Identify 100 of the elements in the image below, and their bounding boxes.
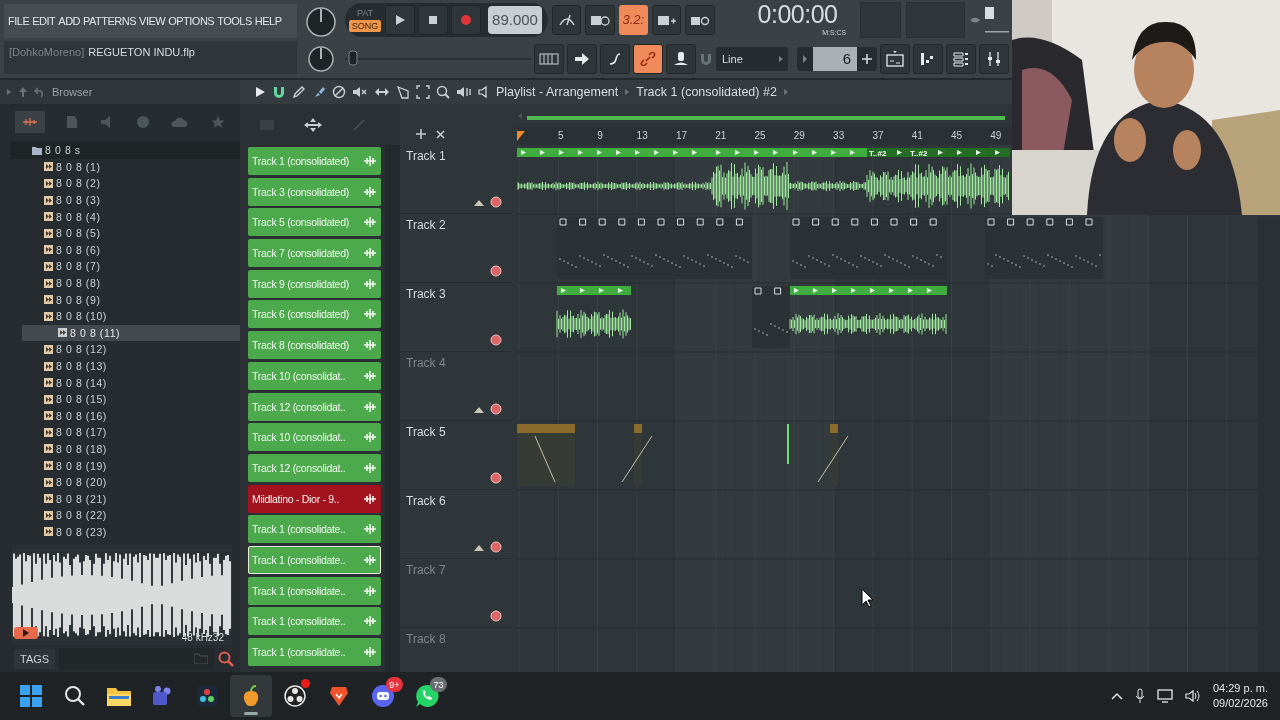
- no-entry-icon[interactable]: [332, 85, 346, 99]
- collapse-icon[interactable]: [474, 198, 484, 206]
- stop-icon[interactable]: [428, 14, 438, 25]
- audio-clip[interactable]: [866, 148, 908, 203]
- star-icon[interactable]: [211, 115, 226, 129]
- mode-toggle[interactable]: SONG: [348, 20, 382, 32]
- undo-icon[interactable]: [34, 86, 46, 98]
- sample-item[interactable]: 8 0 8 (16): [22, 407, 240, 425]
- play-icon[interactable]: [254, 86, 266, 98]
- chevron-up-icon[interactable]: [1110, 692, 1123, 700]
- menu-item[interactable]: FILE: [8, 15, 30, 27]
- slice-icon[interactable]: [396, 85, 410, 99]
- play-button[interactable]: [385, 4, 415, 35]
- mixer-button[interactable]: [979, 43, 1009, 74]
- speaker-icon[interactable]: [478, 85, 490, 99]
- breadcrumb-item[interactable]: Track 1 (consolidated) #2: [636, 85, 777, 99]
- collapse-icon[interactable]: [474, 543, 484, 551]
- pattern-clip[interactable]: [985, 217, 1103, 279]
- clock-date[interactable]: 09/02/2026: [1212, 696, 1268, 711]
- arrows-icon[interactable]: [374, 85, 390, 99]
- stop-button[interactable]: [418, 4, 448, 35]
- sample-item[interactable]: 8 0 8 (5): [22, 224, 240, 242]
- sample-item[interactable]: 8 0 8 (7): [22, 258, 240, 275]
- menu-item[interactable]: OPTIONS: [168, 15, 215, 27]
- metronome-button[interactable]: [552, 4, 582, 35]
- sample-item[interactable]: 8 0 8 (9): [22, 291, 240, 308]
- arrow-button[interactable]: [567, 43, 597, 74]
- play-icon[interactable]: [394, 13, 406, 26]
- mode-toggle[interactable]: PAT: [353, 7, 377, 19]
- mute-toggle-icon[interactable]: [490, 334, 502, 346]
- sample-item[interactable]: 8 0 8 (11): [22, 324, 240, 342]
- typing-keyboard-button[interactable]: [534, 43, 564, 74]
- playhead-icon[interactable]: [517, 131, 525, 141]
- brush-icon[interactable]: [312, 85, 326, 99]
- pattern-clip[interactable]: [790, 217, 947, 279]
- record-icon[interactable]: [460, 13, 472, 26]
- sample-item[interactable]: 8 0 8 (1): [22, 158, 240, 176]
- pattern-clip[interactable]: [557, 217, 752, 279]
- audio-clip[interactable]: [789, 286, 947, 336]
- microphone-icon[interactable]: [1134, 688, 1145, 704]
- link-button[interactable]: [633, 43, 663, 74]
- up-arrow-icon[interactable]: [18, 86, 28, 98]
- menu-item[interactable]: EDIT: [32, 15, 56, 27]
- clock-time[interactable]: 04:29 p. m.: [1212, 681, 1268, 696]
- menu-item[interactable]: PATTERNS: [83, 15, 137, 27]
- sample-item[interactable]: 8 0 8 (22): [22, 507, 240, 524]
- piano-roll-button[interactable]: [913, 43, 943, 74]
- network-icon[interactable]: [1156, 689, 1173, 703]
- snap-dropdown[interactable]: Line: [716, 46, 788, 71]
- sample-item[interactable]: 8 0 8 (2): [22, 175, 240, 192]
- timeline-ruler[interactable]: 5 9 13 17 21 25 29 33 37 41 45 49: [517, 127, 1012, 145]
- audio-clip[interactable]: [556, 286, 631, 339]
- sample-item[interactable]: 8 0 8 (23): [22, 523, 240, 540]
- mute-toggle-icon[interactable]: [490, 610, 502, 622]
- expand-arrow-icon[interactable]: [6, 88, 12, 96]
- automation-clip[interactable]: [517, 424, 575, 486]
- menu-item[interactable]: HELP: [254, 15, 282, 27]
- sample-item[interactable]: 8 0 8 (20): [22, 473, 240, 491]
- playlist-button[interactable]: [880, 43, 910, 74]
- arrangement-grid[interactable]: T..#2 T..#2: [517, 145, 1258, 672]
- plugin-tab[interactable]: [14, 111, 45, 133]
- speaker-icon[interactable]: [456, 85, 472, 99]
- sample-item[interactable]: 8 0 8 (17): [22, 424, 240, 441]
- menu-item[interactable]: TOOLS: [217, 15, 252, 27]
- sample-item[interactable]: 8 0 8 (15): [22, 390, 240, 408]
- automation-marker[interactable]: [787, 424, 789, 464]
- pattern-selector[interactable]: 6: [797, 46, 877, 71]
- mute-toggle-icon[interactable]: [490, 541, 502, 553]
- sample-item[interactable]: 8 0 8 (19): [22, 457, 240, 474]
- tempo-display[interactable]: 89.000: [488, 5, 542, 34]
- sample-item[interactable]: 8 0 8 (6): [22, 241, 240, 259]
- automation-clip[interactable]: [621, 424, 653, 486]
- close-icon[interactable]: [436, 130, 445, 139]
- sample-item[interactable]: 8 0 8 (14): [22, 374, 240, 391]
- sample-item[interactable]: 8 0 8 (4): [22, 208, 240, 225]
- sample-item[interactable]: 8 0 8 (18): [22, 440, 240, 458]
- sample-item[interactable]: 8 0 8 (13): [22, 357, 240, 375]
- channel-rack-button[interactable]: [946, 43, 976, 74]
- audio-clip[interactable]: [788, 148, 867, 192]
- taskbar-button[interactable]: 73: [406, 675, 448, 717]
- step-edit-button[interactable]: [652, 4, 682, 35]
- loop-record-button[interactable]: [685, 4, 715, 35]
- folder-item[interactable]: 8 0 8 s: [10, 142, 240, 159]
- sample-item[interactable]: 8 0 8 (12): [22, 341, 240, 358]
- sample-item[interactable]: 8 0 8 (8): [22, 274, 240, 292]
- sample-item[interactable]: 8 0 8 (21): [22, 490, 240, 508]
- mute-icon[interactable]: [352, 85, 368, 99]
- master-pitch-knob[interactable]: [307, 44, 335, 73]
- record-button[interactable]: [451, 4, 481, 35]
- taskbar-button[interactable]: 9+: [362, 675, 404, 717]
- pencil-icon[interactable]: [292, 85, 306, 99]
- mute-toggle-icon[interactable]: [490, 196, 502, 208]
- mute-toggle-icon[interactable]: [490, 472, 502, 484]
- tags-button[interactable]: TAGS: [14, 648, 56, 669]
- slider-handle[interactable]: [348, 47, 359, 68]
- move-icon[interactable]: [304, 117, 323, 132]
- note-blend-button[interactable]: [600, 43, 630, 74]
- record-wait-button[interactable]: [585, 4, 615, 35]
- zoom-icon[interactable]: [436, 85, 450, 99]
- search-icon[interactable]: [218, 650, 234, 667]
